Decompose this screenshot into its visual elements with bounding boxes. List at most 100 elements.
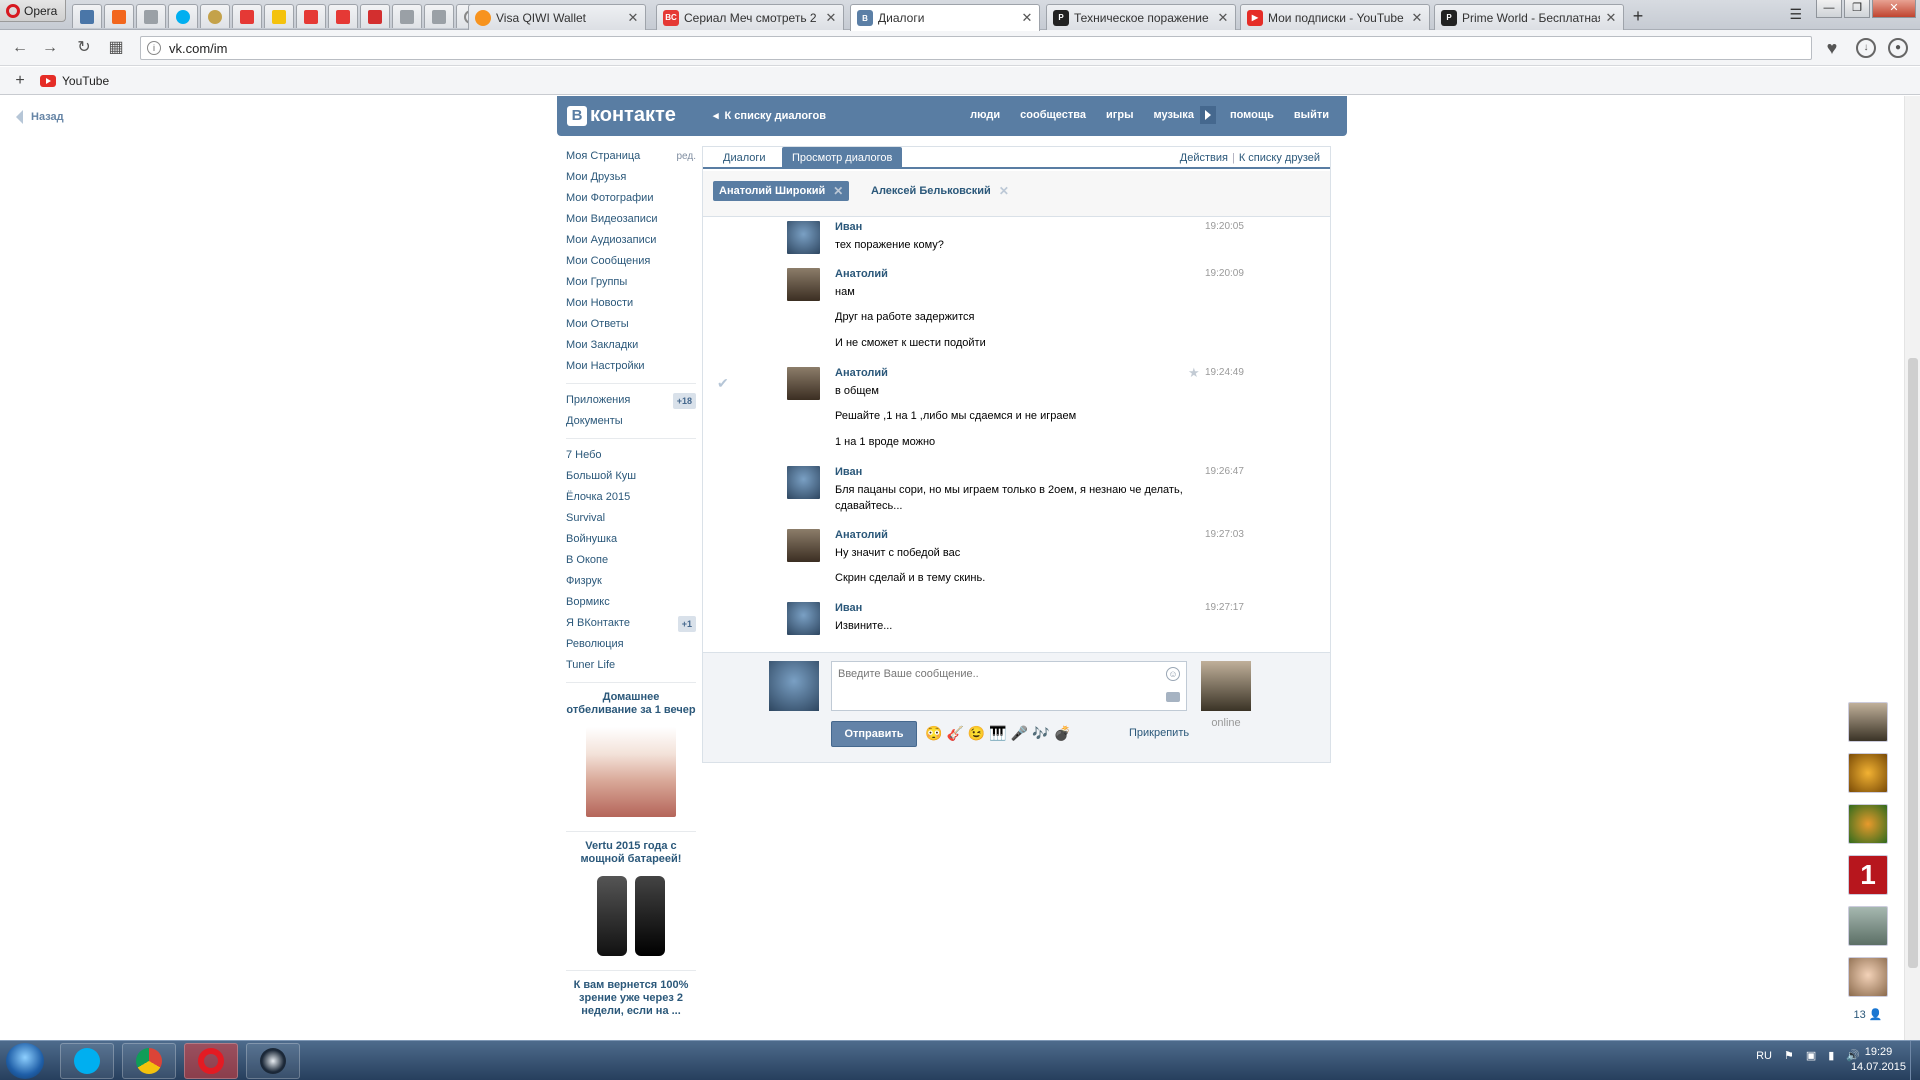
taskbar-clock[interactable]: 19:29 14.07.2015	[1851, 1045, 1906, 1075]
close-icon[interactable]: ✕	[627, 10, 639, 26]
menu-news[interactable]: Мои Новости	[566, 293, 696, 314]
avatar[interactable]	[787, 466, 820, 499]
language-indicator[interactable]: RU	[1756, 1050, 1772, 1062]
start-button[interactable]	[6, 1043, 44, 1079]
message-author[interactable]: Иван	[835, 602, 862, 614]
my-avatar[interactable]	[769, 661, 819, 711]
app-link[interactable]: Ёлочка 2015	[566, 487, 696, 508]
friend-avatar[interactable]	[1848, 753, 1888, 793]
close-window-button[interactable]: ✕	[1872, 0, 1916, 18]
site-info-icon[interactable]: i	[147, 41, 161, 55]
pinned-tab-doc2[interactable]	[392, 4, 422, 28]
app-link[interactable]: 7 Небо	[566, 445, 696, 466]
network-icon[interactable]: ▣	[1806, 1049, 1816, 1062]
app-link[interactable]: В Окопе	[566, 550, 696, 571]
show-desktop-button[interactable]	[1910, 1041, 1920, 1080]
reload-icon[interactable]: ↻	[74, 38, 94, 58]
send-button[interactable]: Отправить	[831, 721, 917, 747]
message-author[interactable]: Иван	[835, 221, 862, 233]
pinned-tab-vc2[interactable]	[328, 4, 358, 28]
star-icon[interactable]: ★	[1188, 365, 1200, 381]
app-link[interactable]: Войнушка	[566, 529, 696, 550]
emoji-button[interactable]: 🎹	[989, 725, 1006, 742]
app-link[interactable]: Вормикс	[566, 592, 696, 613]
message-author[interactable]: Анатолий	[835, 529, 888, 541]
pinned-tab-e1[interactable]	[360, 4, 390, 28]
url-input[interactable]: i vk.com/im	[140, 36, 1812, 60]
nav-help[interactable]: помощь	[1230, 109, 1274, 124]
avatar[interactable]	[787, 367, 820, 400]
power-icon[interactable]: ▮	[1828, 1049, 1834, 1062]
taskbar-skype[interactable]	[60, 1043, 114, 1079]
tab-tech-defeat[interactable]: P Техническое поражение ✕	[1046, 4, 1236, 30]
close-icon[interactable]: ✕	[825, 10, 837, 26]
smile-icon[interactable]: ☺	[1166, 667, 1180, 681]
ad-title[interactable]: Vertu 2015 года с мощной батареей!	[566, 840, 696, 866]
tab-serial[interactable]: BC Сериал Меч смотреть 2 сезон ✕	[656, 4, 844, 30]
pinned-tab-vc1[interactable]	[296, 4, 326, 28]
taskbar-chrome[interactable]	[122, 1043, 176, 1079]
tab-prime-world[interactable]: P Prime World - Бесплатная ✕	[1434, 4, 1624, 30]
peer-tab-active[interactable]: Анатолий Широкий ✕	[713, 181, 850, 201]
menu-audio[interactable]: Мои Аудиозаписи	[566, 230, 696, 251]
menu-answers[interactable]: Мои Ответы	[566, 314, 696, 335]
menu-friends[interactable]: Мои Друзья	[566, 167, 696, 188]
actions-link[interactable]: Действия	[1180, 152, 1228, 164]
pinned-tab-skype[interactable]	[168, 4, 198, 28]
close-icon[interactable]: ✕	[1411, 10, 1423, 26]
emoji-button[interactable]: 💣	[1054, 725, 1071, 742]
ad-teeth-image[interactable]	[586, 727, 676, 817]
back-to-dialogs-link[interactable]: ◂ К списку диалогов	[713, 109, 826, 123]
scrollbar-thumb[interactable]	[1908, 358, 1918, 968]
friend-avatar[interactable]	[1848, 702, 1888, 742]
maximize-button[interactable]: ❐	[1844, 0, 1870, 18]
attach-link[interactable]: Прикрепить	[1129, 727, 1189, 739]
message-input[interactable]: Введите Ваше сообщение.. ☺	[831, 661, 1187, 711]
pinned-tab-globe[interactable]	[200, 4, 230, 28]
close-icon[interactable]: ✕	[833, 181, 843, 201]
app-link[interactable]: Большой Куш	[566, 466, 696, 487]
speed-dial-icon[interactable]: ▦	[106, 38, 126, 58]
friends-count[interactable]: 13 👤	[1846, 1008, 1890, 1021]
tab-dialogs-list[interactable]: Диалоги	[713, 147, 776, 169]
edit-link[interactable]: ред.	[676, 146, 696, 167]
pinned-tab-doc3[interactable]	[424, 4, 454, 28]
menu-my-page[interactable]: Моя Страница ред.	[566, 146, 696, 167]
app-link[interactable]: Революция	[566, 634, 696, 655]
emoji-button[interactable]: 🎶	[1032, 725, 1049, 742]
selected-check-icon[interactable]: ✔	[717, 375, 729, 392]
emoji-button[interactable]: 😉	[968, 725, 985, 742]
menu-documents[interactable]: Документы	[566, 411, 696, 432]
opera-menu-button[interactable]: Opera	[0, 0, 66, 22]
friend-avatar[interactable]	[1848, 804, 1888, 844]
add-bookmark-button[interactable]: +	[0, 72, 40, 90]
menu-messages[interactable]: Мои Сообщения	[566, 251, 696, 272]
close-icon[interactable]: ✕	[1217, 10, 1229, 26]
page-scrollbar[interactable]	[1904, 96, 1920, 1040]
peer-avatar[interactable]	[1201, 661, 1251, 711]
menu-photos[interactable]: Мои Фотографии	[566, 188, 696, 209]
pinned-tab-vk[interactable]	[72, 4, 102, 28]
ad-phone-image[interactable]	[586, 876, 676, 960]
nav-communities[interactable]: сообщества	[1020, 109, 1086, 124]
avatar[interactable]	[787, 602, 820, 635]
avatar[interactable]	[787, 529, 820, 562]
music-play-icon[interactable]	[1199, 106, 1216, 124]
tab-view-dialogs[interactable]: Просмотр диалогов	[782, 147, 903, 169]
message-author[interactable]: Анатолий	[835, 367, 888, 379]
menu-groups[interactable]: Мои Группы	[566, 272, 696, 293]
taskbar-opera[interactable]	[184, 1043, 238, 1079]
app-link[interactable]: Физрук	[566, 571, 696, 592]
tab-youtube[interactable]: ▶ Мои подписки - YouTube ✕	[1240, 4, 1430, 30]
pinned-tab-chart[interactable]	[232, 4, 262, 28]
peer-tab[interactable]: Алексей Бельковский ✕	[865, 181, 1015, 201]
flag-icon[interactable]: ⚑	[1784, 1049, 1794, 1062]
forward-arrow-icon[interactable]: →	[40, 38, 60, 58]
download-icon[interactable]: ↓	[1856, 38, 1876, 58]
tab-qiwi[interactable]: Visa QIWI Wallet ✕	[468, 4, 646, 30]
back-arrow-icon[interactable]: ←	[10, 38, 30, 58]
nav-logout[interactable]: выйти	[1294, 109, 1329, 124]
pinned-tab-bolt[interactable]	[264, 4, 294, 28]
bookmark-youtube[interactable]: YouTube	[40, 74, 109, 88]
vk-logo[interactable]: В контакте	[567, 104, 676, 127]
